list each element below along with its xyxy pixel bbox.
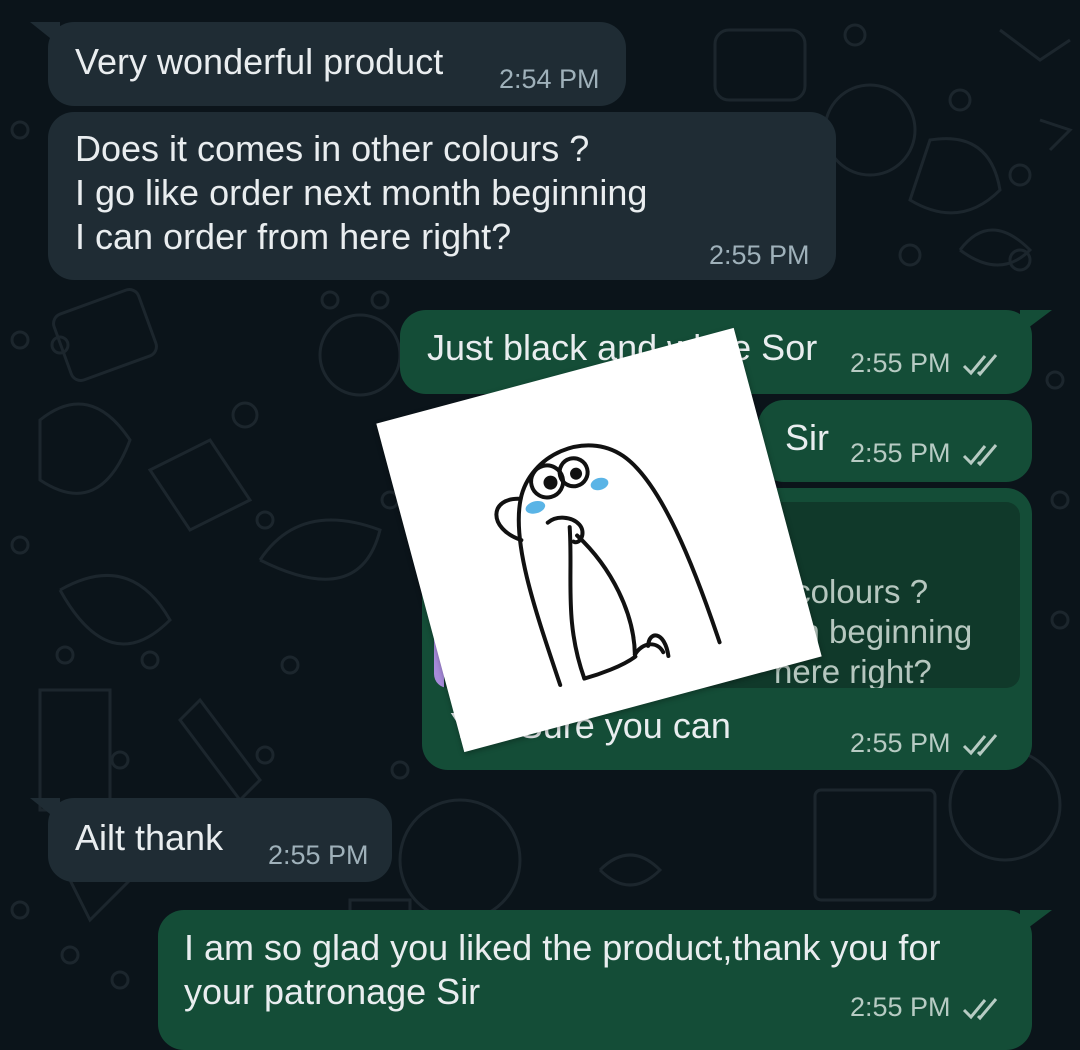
double-check-icon (962, 734, 998, 757)
message-text: Very wonderful product (75, 41, 444, 82)
incoming-bubble-tail (30, 22, 60, 46)
double-check-icon (962, 354, 998, 377)
double-check-icon (962, 444, 998, 467)
outgoing-message[interactable]: I am so glad you liked the product,thank… (158, 910, 1032, 1050)
message-time: 2:55 PM (268, 840, 369, 870)
double-check-icon (962, 998, 998, 1021)
incoming-bubble-tail (30, 798, 60, 822)
message-time: 2:55 PM (850, 728, 951, 758)
outgoing-message[interactable]: Sir 2:55 PM (758, 400, 1032, 482)
message-text: Does it comes in other colours ? I go li… (75, 128, 648, 257)
incoming-message[interactable]: Does it comes in other colours ? I go li… (48, 112, 836, 280)
incoming-message[interactable]: Very wonderful product 2:54 PM (48, 22, 626, 106)
incoming-message[interactable]: Ailt thank 2:55 PM (48, 798, 392, 882)
message-time: 2:54 PM (499, 64, 600, 94)
message-time: 2:55 PM (850, 348, 951, 378)
message-text: I am so glad you liked the product,thank… (184, 927, 941, 1012)
message-text: Sir (785, 417, 829, 458)
message-time: 2:55 PM (850, 438, 951, 468)
outgoing-bubble-tail (1020, 910, 1052, 934)
message-time: 2:55 PM (850, 992, 951, 1022)
outgoing-bubble-tail (1020, 310, 1052, 334)
message-time: 2:55 PM (709, 240, 810, 270)
message-text: Ailt thank (75, 817, 224, 858)
